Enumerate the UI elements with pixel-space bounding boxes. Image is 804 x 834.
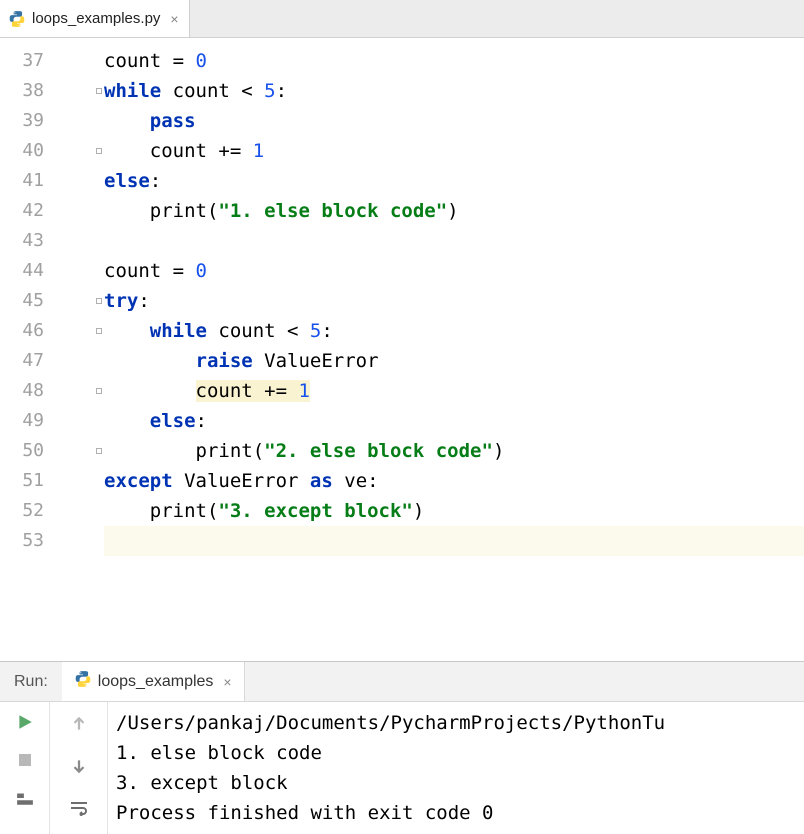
tab-filename: loops_examples.py — [32, 10, 160, 27]
up-icon[interactable] — [67, 712, 91, 736]
line-number: 38 — [0, 76, 44, 106]
line-number: 52 — [0, 496, 44, 526]
line-number: 48 — [0, 376, 44, 406]
fold-marker[interactable] — [96, 448, 102, 454]
console-line: 3. except block — [116, 768, 796, 798]
console-line: /Users/pankaj/Documents/PycharmProjects/… — [116, 708, 796, 738]
console-output[interactable]: /Users/pankaj/Documents/PycharmProjects/… — [108, 702, 804, 834]
run-config-name: loops_examples — [98, 673, 214, 691]
code-line[interactable]: raise ValueError — [104, 346, 804, 376]
stop-button[interactable] — [13, 748, 37, 772]
line-number: 42 — [0, 196, 44, 226]
run-toolbar-primary — [0, 702, 50, 834]
line-number-gutter: 3738394041424344454647484950515253 — [0, 38, 54, 661]
code-area[interactable]: count = 0while count < 5: pass count += … — [104, 38, 804, 661]
fold-column — [54, 38, 104, 661]
code-line[interactable]: try: — [104, 286, 804, 316]
fold-marker[interactable] — [96, 298, 102, 304]
code-line[interactable]: while count < 5: — [104, 316, 804, 346]
line-number: 46 — [0, 316, 44, 346]
line-number: 40 — [0, 136, 44, 166]
code-editor[interactable]: 3738394041424344454647484950515253 count… — [0, 38, 804, 661]
layout-button[interactable] — [13, 786, 37, 810]
code-line[interactable]: count = 0 — [104, 256, 804, 286]
code-line[interactable]: except ValueError as ve: — [104, 466, 804, 496]
code-line[interactable]: pass — [104, 106, 804, 136]
code-line[interactable] — [104, 526, 804, 556]
run-tool-window: Run: loops_examples × — [0, 661, 804, 834]
line-number: 39 — [0, 106, 44, 136]
console-line: 1. else block code — [116, 738, 796, 768]
fold-marker[interactable] — [96, 388, 102, 394]
run-header: Run: loops_examples × — [0, 662, 804, 702]
line-number: 51 — [0, 466, 44, 496]
down-icon[interactable] — [67, 754, 91, 778]
line-number: 45 — [0, 286, 44, 316]
code-line[interactable]: while count < 5: — [104, 76, 804, 106]
editor-tab-bar: loops_examples.py × — [0, 0, 804, 38]
fold-marker[interactable] — [96, 328, 102, 334]
run-config-tab[interactable]: loops_examples × — [62, 662, 245, 701]
soft-wrap-icon[interactable] — [67, 796, 91, 820]
console-line: Process finished with exit code 0 — [116, 798, 796, 828]
code-line[interactable] — [104, 226, 804, 256]
run-button[interactable] — [13, 710, 37, 734]
line-number: 53 — [0, 526, 44, 556]
run-label: Run: — [0, 673, 62, 691]
fold-marker[interactable] — [96, 88, 102, 94]
fold-marker[interactable] — [96, 148, 102, 154]
line-number: 44 — [0, 256, 44, 286]
code-line[interactable]: count = 0 — [104, 46, 804, 76]
run-toolbar-secondary — [50, 702, 108, 834]
line-number: 50 — [0, 436, 44, 466]
python-file-icon — [74, 670, 92, 693]
line-number: 47 — [0, 346, 44, 376]
code-line[interactable]: count += 1 — [104, 376, 804, 406]
python-file-icon — [8, 10, 26, 28]
code-line[interactable]: else: — [104, 406, 804, 436]
code-line[interactable]: else: — [104, 166, 804, 196]
editor-tab[interactable]: loops_examples.py × — [0, 0, 190, 37]
code-line[interactable]: count += 1 — [104, 136, 804, 166]
code-line[interactable]: print("1. else block code") — [104, 196, 804, 226]
close-icon[interactable]: × — [166, 11, 178, 27]
line-number: 41 — [0, 166, 44, 196]
line-number: 37 — [0, 46, 44, 76]
code-line[interactable]: print("2. else block code") — [104, 436, 804, 466]
line-number: 43 — [0, 226, 44, 256]
line-number: 49 — [0, 406, 44, 436]
close-icon[interactable]: × — [219, 674, 231, 690]
code-line[interactable]: print("3. except block") — [104, 496, 804, 526]
